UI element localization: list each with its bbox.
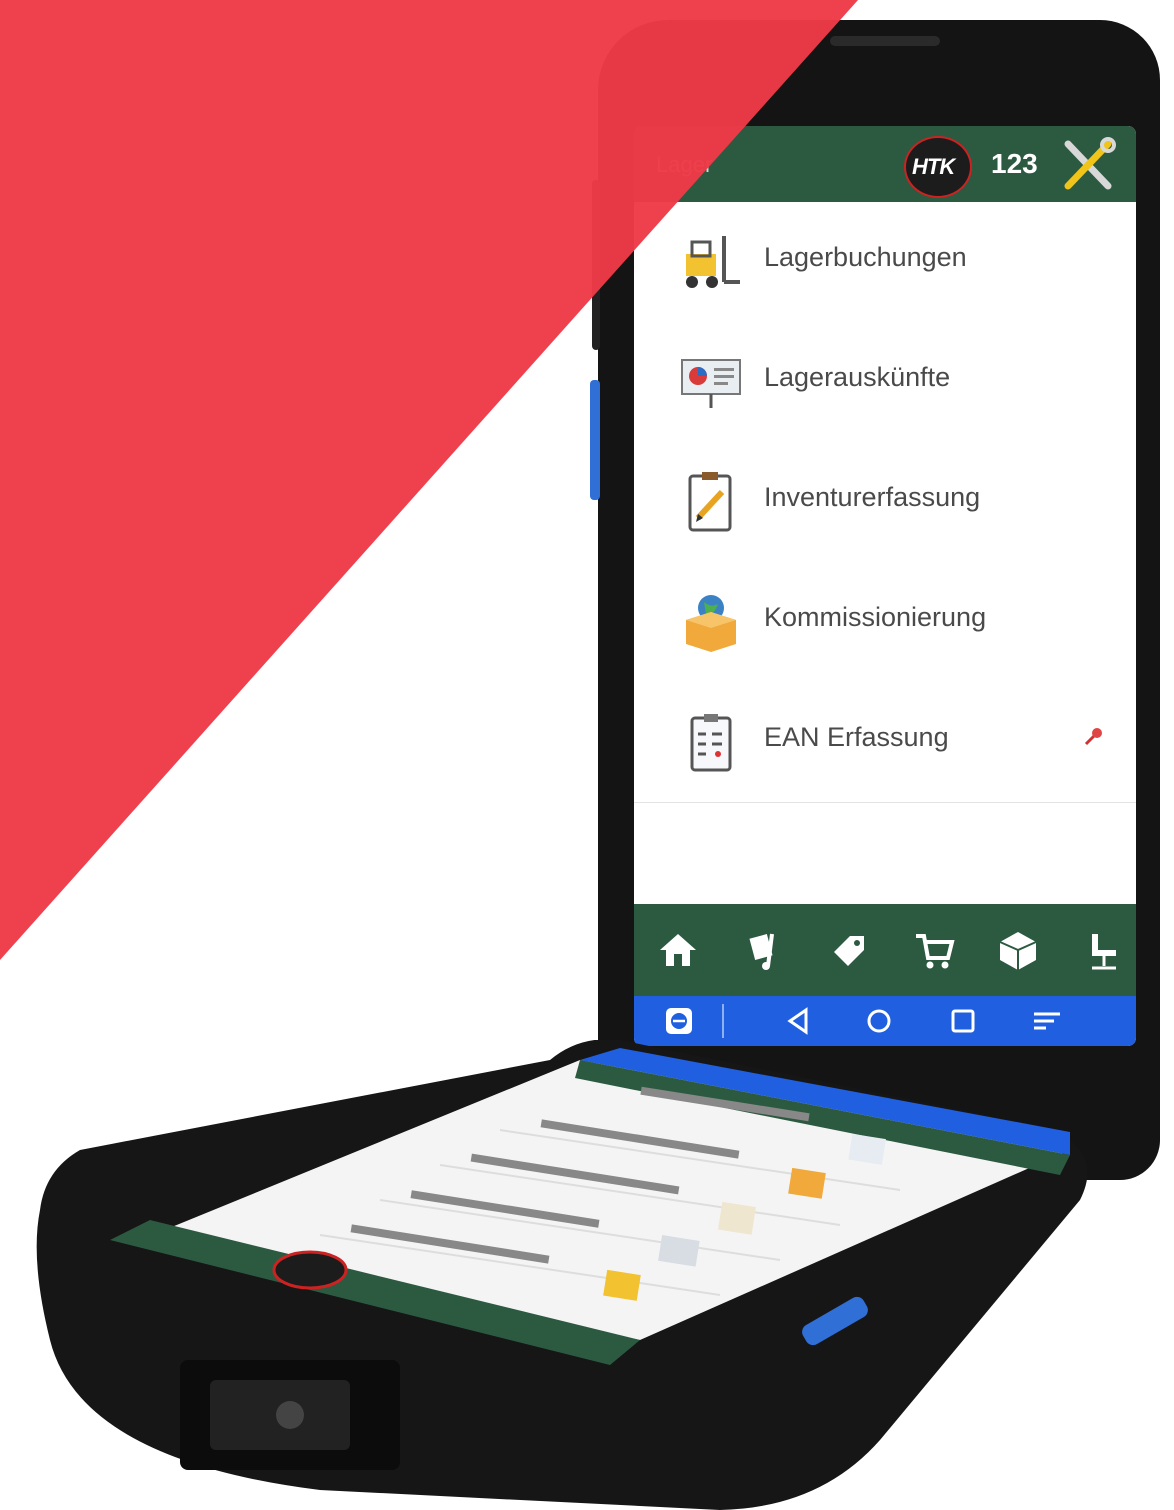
upright-phone: Lager HTK 123 Lagerbuchungen Lagerauskün…: [590, 20, 1160, 1180]
phone-speaker: [830, 36, 940, 46]
phone-screen: Lager HTK 123 Lagerbuchungen Lagerauskün…: [634, 126, 1136, 1046]
box-icon[interactable]: [996, 928, 1040, 972]
back-icon[interactable]: [784, 1006, 814, 1036]
logo-text: HTK: [912, 154, 955, 179]
menu-item-lagerauskuenfte[interactable]: Lagerauskünfte: [634, 322, 1136, 443]
scan-side-button: [590, 380, 600, 500]
menu-label: Lagerauskünfte: [764, 362, 951, 392]
tag-icon[interactable]: [826, 928, 870, 972]
tools-icon[interactable]: [1058, 136, 1118, 194]
htk-logo-icon[interactable]: HTK: [904, 136, 972, 198]
checklist-clipboard-icon: [690, 714, 732, 772]
lying-phone-illustration: [36, 1040, 1088, 1510]
recents-icon[interactable]: [948, 1006, 978, 1036]
box-globe-icon: [686, 595, 736, 652]
presentation-chart-icon: [681, 359, 741, 408]
bottom-navigation: [634, 904, 1136, 996]
chair-icon[interactable]: [1082, 928, 1126, 972]
menu-label: Inventurerfassung: [764, 482, 981, 512]
pin-icon[interactable]: [1080, 724, 1106, 750]
cart-icon[interactable]: [912, 928, 956, 972]
remote-app-icon[interactable]: [664, 1006, 694, 1036]
home-icon[interactable]: [656, 928, 700, 972]
menu-lines-icon[interactable]: [1032, 1006, 1062, 1036]
menu-label: Kommissionierung: [764, 602, 987, 632]
user-number: 123: [991, 148, 1038, 179]
side-button: [592, 180, 600, 350]
app-header: Lager HTK 123: [634, 126, 1136, 202]
menu-label: EAN Erfassung: [764, 722, 949, 752]
menu-item-inventurerfassung[interactable]: Inventurerfassung: [634, 442, 1136, 563]
clipboard-pencil-icon: [688, 472, 732, 532]
menu-item-kommissionierung[interactable]: Kommissionierung: [634, 562, 1136, 683]
menu-item-ean-erfassung[interactable]: EAN Erfassung: [634, 682, 1136, 803]
home-circle-icon[interactable]: [864, 1006, 894, 1036]
dolly-icon[interactable]: [742, 928, 786, 972]
android-system-bar: [634, 996, 1136, 1046]
divider: [722, 1004, 724, 1038]
menu-label: Lagerbuchungen: [764, 242, 967, 272]
app-title: Lager: [656, 152, 713, 177]
menu-item-lagerbuchungen[interactable]: Lagerbuchungen: [634, 202, 1136, 323]
forklift-icon: [686, 236, 740, 288]
